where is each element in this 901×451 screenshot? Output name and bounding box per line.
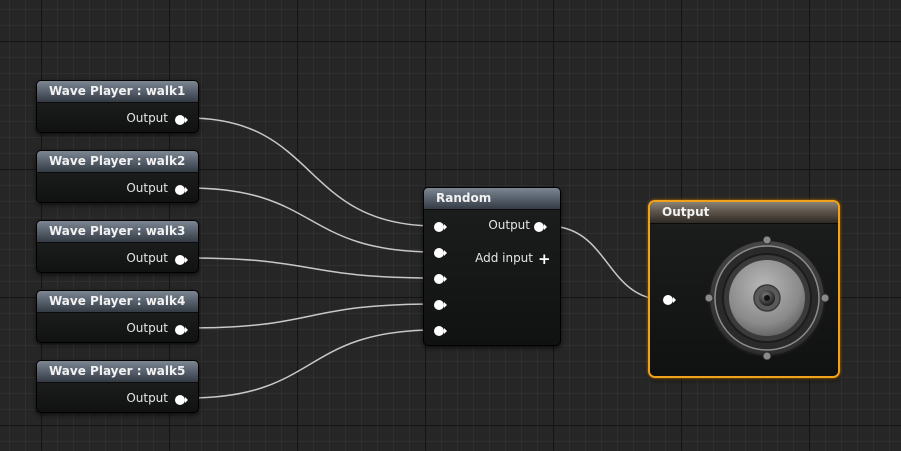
random-output-pin-icon[interactable] — [534, 222, 547, 232]
output-pin-label: Output — [126, 321, 168, 335]
output-pin-label: Output — [126, 251, 168, 265]
output-pin-icon[interactable] — [175, 255, 188, 265]
input-pin-5-icon[interactable] — [434, 326, 447, 336]
wave-player-node-walk4[interactable]: Wave Player : walk4 Output — [36, 290, 199, 343]
graph-canvas[interactable]: Wave Player : walk1 Output Wave Player :… — [0, 0, 901, 451]
random-node[interactable]: Random Output Add input + — [423, 187, 561, 346]
output-pin-icon[interactable] — [175, 185, 188, 195]
output-node[interactable]: Output — [648, 200, 840, 378]
output-pin-label: Output — [126, 111, 168, 125]
wire-walk2-to-random[interactable] — [187, 187, 437, 253]
random-output-pin-label: Output — [488, 218, 530, 232]
wave-player-node-walk5[interactable]: Wave Player : walk5 Output — [36, 360, 199, 413]
node-title: Output — [650, 202, 838, 224]
add-input-label[interactable]: Add input — [475, 251, 533, 265]
node-title: Wave Player : walk4 — [37, 291, 198, 313]
wire-walk1-to-random[interactable] — [187, 117, 437, 227]
output-node-input-pin-icon[interactable] — [663, 295, 676, 305]
wave-player-node-walk2[interactable]: Wave Player : walk2 Output — [36, 150, 199, 203]
input-pin-3-icon[interactable] — [434, 274, 447, 284]
output-pin-label: Output — [126, 391, 168, 405]
output-pin-icon[interactable] — [175, 395, 188, 405]
node-title: Random — [424, 188, 560, 210]
input-pin-2-icon[interactable] — [434, 248, 447, 258]
output-pin-icon[interactable] — [175, 325, 188, 335]
input-pin-1-icon[interactable] — [434, 222, 447, 232]
wire-walk3-to-random[interactable] — [187, 257, 437, 279]
node-title: Wave Player : walk2 — [37, 151, 198, 173]
wire-walk5-to-random[interactable] — [187, 329, 437, 399]
plus-icon[interactable]: + — [538, 252, 551, 267]
output-pin-icon[interactable] — [175, 115, 188, 125]
wave-player-node-walk3[interactable]: Wave Player : walk3 Output — [36, 220, 199, 273]
input-pin-4-icon[interactable] — [434, 300, 447, 310]
node-title: Wave Player : walk1 — [37, 81, 198, 103]
speaker-icon — [705, 236, 829, 360]
wave-player-node-walk1[interactable]: Wave Player : walk1 Output — [36, 80, 199, 133]
wire-walk4-to-random[interactable] — [187, 303, 437, 329]
node-title: Wave Player : walk3 — [37, 221, 198, 243]
node-title: Wave Player : walk5 — [37, 361, 198, 383]
output-pin-label: Output — [126, 181, 168, 195]
